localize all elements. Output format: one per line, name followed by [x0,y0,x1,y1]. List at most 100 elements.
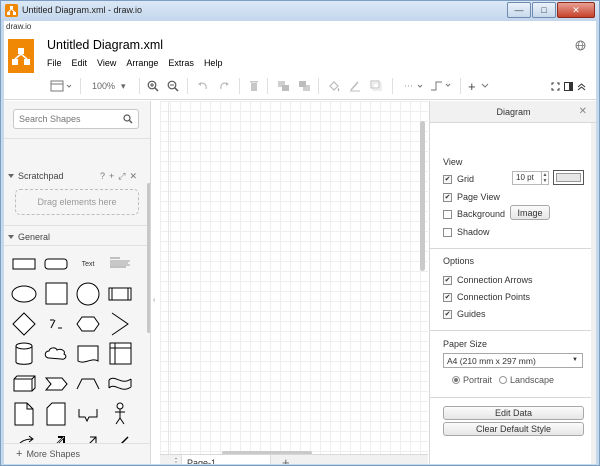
internal-storage-shape[interactable] [106,341,134,367]
image-button[interactable]: Image [510,205,550,220]
tape-shape[interactable] [106,371,134,397]
parallelogram-shape[interactable] [42,311,70,337]
redo-icon[interactable] [219,79,230,93]
background-checkbox[interactable]: Background [443,209,505,219]
menu-file[interactable]: File [47,58,62,68]
connection-style-icon[interactable] [404,79,424,93]
document-shape[interactable] [74,341,102,367]
zoom-in-icon[interactable] [147,79,159,93]
general-header[interactable]: General [8,232,50,242]
callout-shape[interactable] [74,401,102,427]
zoom-select[interactable]: 100% ▾ [92,79,126,93]
text-shape[interactable]: Text [74,251,102,277]
pages-menu-icon[interactable]: ⋮ [171,457,181,464]
paper-size-select[interactable]: A4 (210 mm x 297 mm) ▼ [443,353,583,368]
guides-checkbox[interactable]: ✔ Guides [443,309,486,319]
card-shape[interactable] [42,401,70,427]
page-tab[interactable]: Page-1 [181,455,271,464]
grid-size-spinner[interactable]: ▲ ▼ [541,171,549,185]
cylinder-shape[interactable] [10,341,38,367]
landscape-radio-dot[interactable] [499,376,507,384]
menu-edit[interactable]: Edit [72,58,88,68]
square-shape[interactable] [42,281,70,307]
circle-shape[interactable] [74,281,102,307]
globe-icon[interactable] [575,40,586,51]
diagram-canvas[interactable] [160,101,428,454]
line-color-icon[interactable] [349,79,361,93]
grid-checkbox[interactable]: ✔ Grid [443,174,474,184]
maximize-button[interactable]: □ [532,2,556,18]
rectangle-shape[interactable] [10,251,38,277]
connection-points-check[interactable]: ✔ [443,292,452,302]
process-shape[interactable] [106,281,134,307]
step-shape[interactable] [42,371,70,397]
page-view-checkbox[interactable]: ✔ Page View [443,192,500,202]
close-scratchpad-icon[interactable]: ✕ [129,171,137,182]
zoom-out-icon[interactable] [167,79,179,93]
format-panel-toggle-icon[interactable] [564,79,573,93]
note-shape[interactable] [10,401,38,427]
search-icon[interactable] [123,114,133,124]
shadow-check[interactable] [443,227,452,237]
connection-arrows-check[interactable]: ✔ [443,275,452,285]
grid-check[interactable]: ✔ [443,174,452,184]
close-button[interactable]: ✕ [557,2,595,18]
grid-size-input[interactable]: 10 pt [512,171,542,185]
edit-data-button[interactable]: Edit Data [443,406,584,420]
format-panel-scrollbar[interactable] [591,123,596,464]
page-view-check[interactable]: ✔ [443,192,452,202]
more-shapes-button[interactable]: + More Shapes [4,443,150,464]
fullscreen-icon[interactable] [551,79,560,93]
menu-arrange[interactable]: Arrange [126,58,158,68]
minimize-button[interactable]: — [507,2,531,18]
hexagon-shape[interactable] [74,311,102,337]
to-front-icon[interactable] [277,79,290,93]
panels-toggle-icon[interactable] [50,79,72,93]
insert-button[interactable]: + [468,79,489,94]
menu-view[interactable]: View [97,58,116,68]
landscape-radio[interactable]: Landscape [499,375,554,385]
scratchpad-header[interactable]: Scratchpad [8,171,64,181]
shadow-checkbox[interactable]: Shadow [443,227,490,237]
search-shapes[interactable] [13,109,139,129]
textbox-shape[interactable] [106,251,134,277]
close-panel-icon[interactable]: ✕ [579,106,587,117]
undo-icon[interactable] [197,79,208,93]
sidebar-scrollbar[interactable] [147,183,150,333]
canvas-vertical-scrollbar[interactable] [420,121,425,271]
sidebar-splitter[interactable]: ‹ [152,101,160,464]
title-bar[interactable]: Untitled Diagram.xml - draw.io — □ ✕ [1,1,599,21]
menu-help[interactable]: Help [204,58,223,68]
shadow-icon[interactable] [370,79,382,93]
portrait-radio[interactable]: Portrait [452,375,492,385]
to-back-icon[interactable] [298,79,311,93]
connection-points-checkbox[interactable]: ✔ Connection Points [443,292,530,302]
add-icon[interactable]: + [109,171,114,182]
menu-extras[interactable]: Extras [168,58,194,68]
document-title[interactable]: Untitled Diagram.xml [47,38,163,52]
rounded-rectangle-shape[interactable] [42,251,70,277]
help-icon[interactable]: ? [100,171,105,182]
grid-color-swatch[interactable] [553,170,584,185]
portrait-radio-dot[interactable] [452,376,460,384]
waypoints-icon[interactable] [430,79,454,93]
fill-color-icon[interactable] [328,79,340,93]
triangle-shape[interactable] [106,311,134,337]
connection-arrows-checkbox[interactable]: ✔ Connection Arrows [443,275,533,285]
edit-icon[interactable]: ⤢ [118,171,125,182]
ellipse-shape[interactable] [10,281,38,307]
add-page-icon[interactable]: + [282,455,290,464]
format-panel-title[interactable]: Diagram [430,107,596,117]
search-input[interactable] [14,110,118,128]
scratchpad-dropzone[interactable]: Drag elements here [15,189,139,215]
background-check[interactable] [443,209,452,219]
trapezoid-shape[interactable] [74,371,102,397]
diamond-shape[interactable] [10,311,38,337]
actor-shape[interactable] [106,401,134,427]
cube-shape[interactable] [10,371,38,397]
collapse-icon[interactable] [577,79,586,93]
delete-icon[interactable] [249,79,259,93]
cloud-shape[interactable] [42,341,70,367]
clear-default-style-button[interactable]: Clear Default Style [443,422,584,436]
guides-check[interactable]: ✔ [443,309,452,319]
